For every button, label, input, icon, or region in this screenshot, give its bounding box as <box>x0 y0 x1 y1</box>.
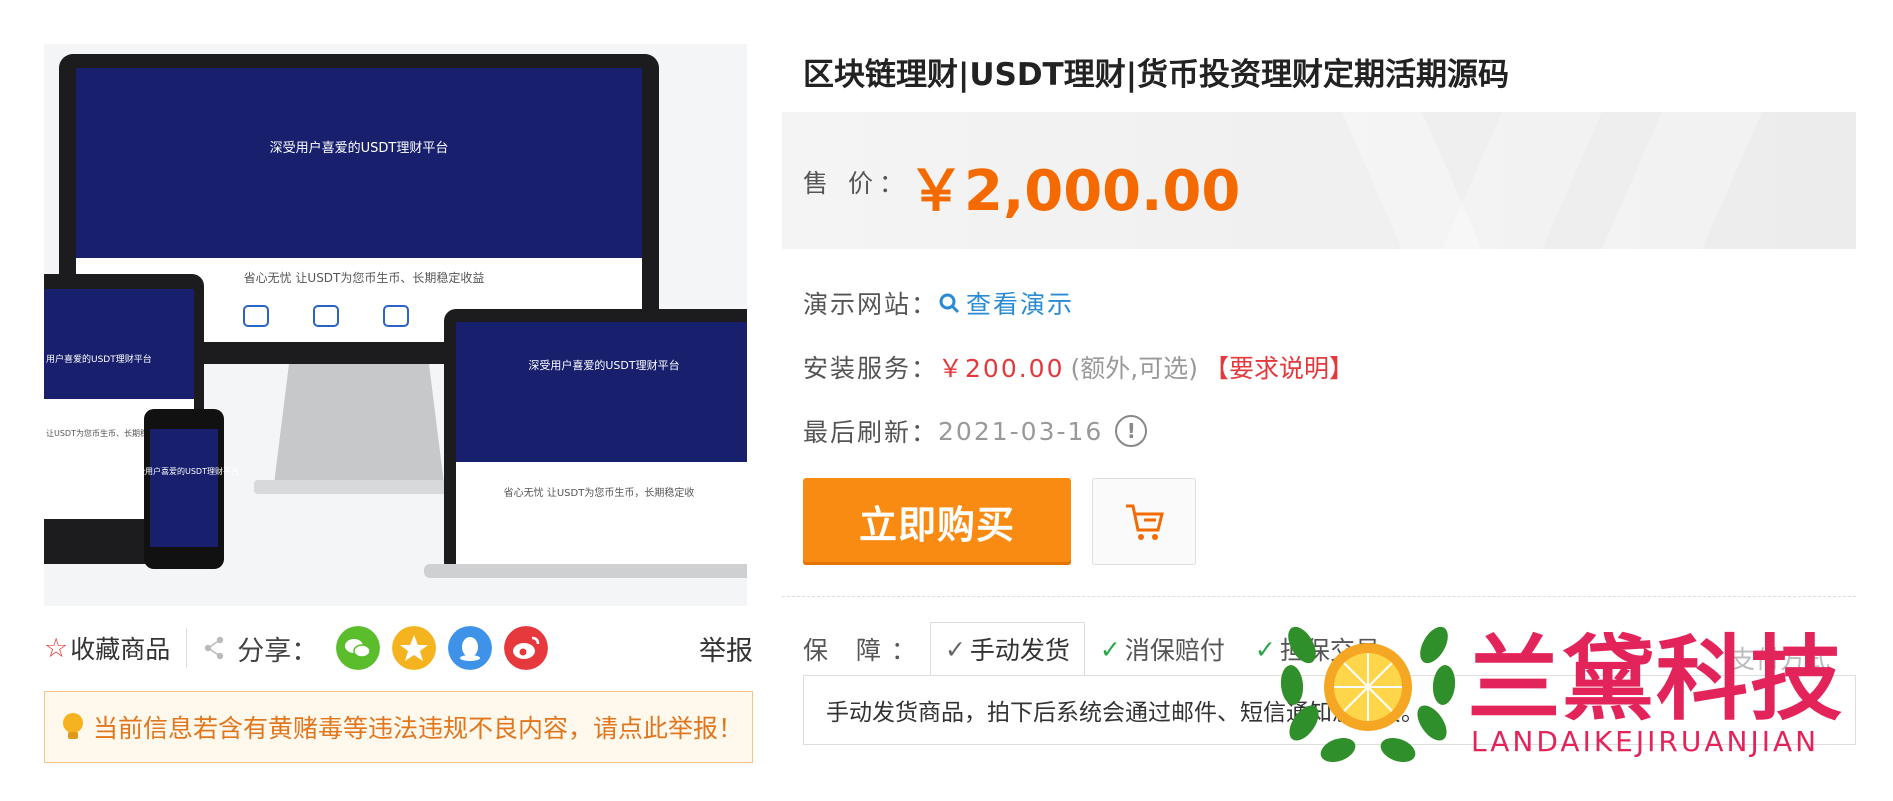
watermark-name: 兰黛科技 <box>1468 625 1845 733</box>
wechat-share-icon[interactable] <box>336 626 381 670</box>
refresh-row: 最后刷新： 2021-03-16 ! <box>803 413 1148 449</box>
product-mockup-illustration: 深受用户喜爱的USDT理财平台 省心无忧 让USDT为您币生币、长期稳定收益 用… <box>44 54 747 578</box>
qq-share-icon[interactable] <box>448 626 493 670</box>
check-icon: ✓ <box>1254 634 1276 664</box>
check-icon: ✓ <box>1099 634 1121 664</box>
report-notice[interactable]: 当前信息若含有黄赌毒等违法违规不良内容，请点此举报！ <box>44 691 753 763</box>
guarantee-label: 保 障： <box>803 636 926 665</box>
tab-manual-delivery[interactable]: ✓ 手动发货 <box>929 622 1085 676</box>
install-requirements-link[interactable]: 【要求说明】 <box>1204 349 1354 385</box>
install-label: 安装服务： <box>803 354 939 383</box>
lightbulb-icon <box>63 713 83 739</box>
weibo-share-icon[interactable] <box>504 626 549 670</box>
watermark: 兰黛科技 LANDAIKEJIRUANJIAN <box>1278 605 1868 765</box>
report-link[interactable]: 举报 <box>699 629 753 668</box>
check-icon: ✓ <box>944 634 966 664</box>
refresh-date: 2021-03-16 <box>938 416 1104 446</box>
star-outline-icon: ☆ <box>44 632 69 664</box>
demo-link[interactable]: 查看演示 <box>938 285 1074 321</box>
product-image[interactable]: 深受用户喜爱的USDT理财平台 省心无忧 让USDT为您币生币、长期稳定收益 用… <box>44 44 747 606</box>
favorite-label: 收藏商品 <box>70 635 171 664</box>
tablet-hero-text: 用户喜爱的USDT理财平台 <box>46 353 152 365</box>
tab-label: 消保赔付 <box>1124 636 1225 665</box>
section-divider <box>782 596 1856 597</box>
watermark-subtitle: LANDAIKEJIRUANJIAN <box>1471 725 1820 758</box>
share-label: 分享： <box>237 635 319 667</box>
buy-now-button[interactable]: 立即购买 <box>803 478 1071 565</box>
demo-link-text: 查看演示 <box>966 290 1075 319</box>
install-price: ￥200.00 <box>938 354 1065 383</box>
monitor-hero-text: 深受用户喜爱的USDT理财平台 <box>270 140 449 156</box>
install-note: (额外,可选) <box>1070 354 1198 383</box>
search-icon <box>939 293 960 314</box>
cart-icon <box>1126 504 1164 540</box>
notice-text: 当前信息若含有黄赌毒等违法违规不良内容，请点此举报！ <box>93 714 744 743</box>
install-row: 安装服务： ￥200.00 (额外,可选) 【要求说明】 <box>803 349 1354 385</box>
qzone-share-icon[interactable] <box>392 626 437 670</box>
tab-label: 手动发货 <box>969 636 1070 665</box>
laurel-logo <box>1280 626 1456 763</box>
monitor-slogan-text: 省心无忧 让USDT为您币生币、长期稳定收益 <box>244 270 485 285</box>
laptop-slogan-text: 省心无忧 让USDT为您币生币，长期稳定收 <box>504 486 695 499</box>
add-to-cart-button[interactable] <box>1092 478 1196 565</box>
demo-row: 演示网站： 查看演示 <box>803 285 1074 321</box>
refresh-label: 最后刷新： <box>803 418 939 447</box>
price-value: ￥2,000.00 <box>908 159 1241 224</box>
tab-protection[interactable]: ✓ 消保赔付 <box>1085 622 1240 676</box>
price-panel: 售 价： ￥2,000.00 <box>782 112 1856 249</box>
phone-hero-text: 深受用户喜爱的USDT理财平台 <box>129 466 239 476</box>
share-group: 分享： <box>187 626 549 670</box>
favorite-button[interactable]: ☆ 收藏商品 <box>44 628 188 668</box>
share-icon <box>205 636 224 660</box>
demo-label: 演示网站： <box>803 290 939 319</box>
info-icon[interactable]: ! <box>1115 415 1148 447</box>
price-label: 售 价： <box>803 169 910 198</box>
share-bar: ☆ 收藏商品 分享： 举报 <box>44 625 753 671</box>
product-title: 区块链理财|USDT理财|货币投资理财定期活期源码 <box>803 57 1510 93</box>
laptop-hero-text: 深受用户喜爱的USDT理财平台 <box>528 358 679 372</box>
